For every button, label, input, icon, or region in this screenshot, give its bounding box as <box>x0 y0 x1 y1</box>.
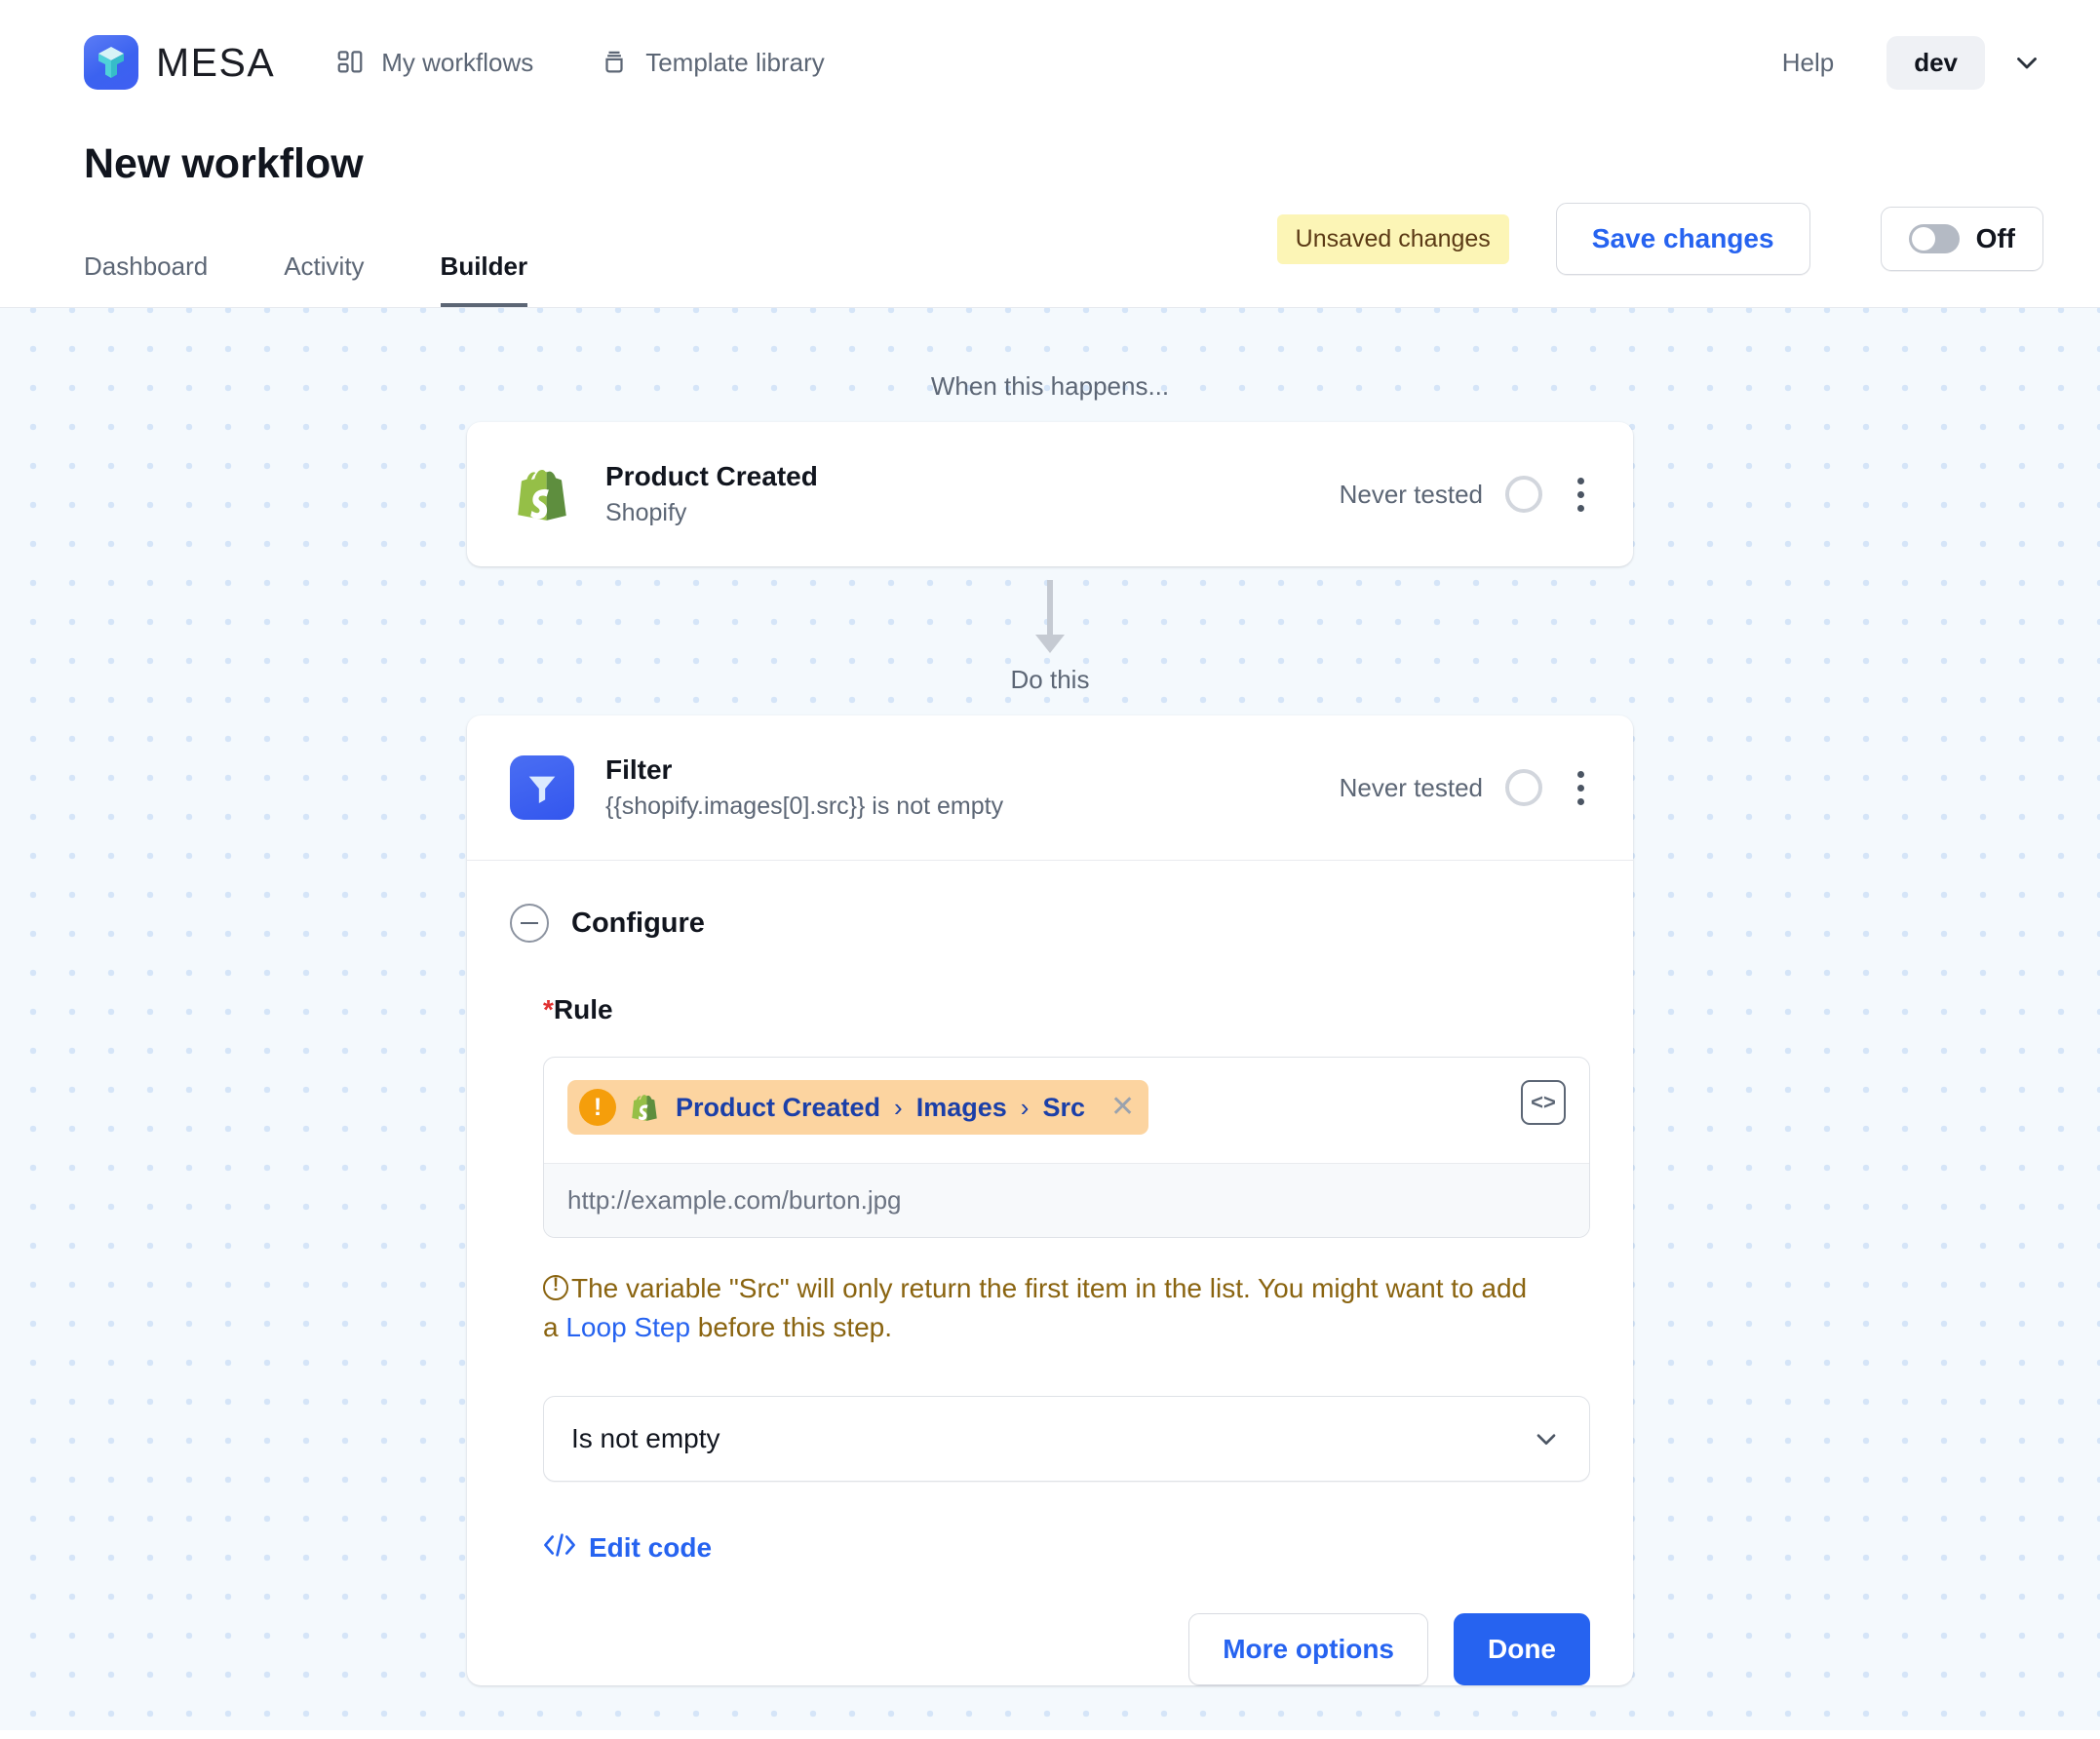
variable-token[interactable]: ! Product Created › Images › Src ✕ <box>567 1080 1149 1135</box>
nav-item-label: My workflows <box>381 47 534 77</box>
trigger-section-label: When this happens... <box>930 371 1170 401</box>
primary-nav-links: My workflows Template library <box>335 48 825 78</box>
action-status-text: Never tested <box>1339 772 1483 802</box>
layout-grid-icon <box>335 48 365 77</box>
loop-step-link[interactable]: Loop Step <box>565 1312 690 1342</box>
action-step-card: Filter {{shopify.images[0].src}} is not … <box>467 715 1633 1685</box>
trigger-step-texts: Product Created Shopify <box>605 461 818 527</box>
edit-code-link[interactable]: Edit code <box>543 1530 712 1566</box>
trigger-step-header: Product Created Shopify Never tested <box>467 422 1633 566</box>
rule-input-box[interactable]: ! Product Created › Images › Src ✕ <> ht… <box>543 1057 1590 1238</box>
page-header: New workflow Dashboard Activity Builder … <box>0 125 2100 308</box>
close-x-icon[interactable]: ✕ <box>1110 1093 1135 1122</box>
token-part-group: Images <box>915 1092 1007 1122</box>
chevron-right-icon: › <box>894 1092 903 1122</box>
configure-section-header[interactable]: Configure <box>467 861 1633 943</box>
unsaved-changes-badge: Unsaved changes <box>1276 213 1509 264</box>
toggle-state-label: Off <box>1975 223 2015 253</box>
minus-circle-icon[interactable] <box>510 904 549 943</box>
toggle-knob <box>1911 227 1935 251</box>
tab-activity[interactable]: Activity <box>284 251 364 307</box>
nav-right-group: Help dev <box>1782 35 2043 90</box>
operator-select[interactable]: Is not empty <box>543 1395 1590 1482</box>
brand-logo-group[interactable]: MESA <box>84 35 275 90</box>
circle-empty-icon <box>1505 769 1542 806</box>
required-marker: * <box>543 994 554 1024</box>
arrow-down-icon <box>1029 580 1071 661</box>
help-link[interactable]: Help <box>1782 48 1834 78</box>
code-brackets-icon[interactable]: <> <box>1521 1080 1566 1125</box>
library-stack-icon <box>600 48 629 77</box>
done-button[interactable]: Done <box>1454 1612 1590 1685</box>
rule-token-row: ! Product Created › Images › Src ✕ <> <box>544 1058 1589 1163</box>
tab-dashboard[interactable]: Dashboard <box>84 251 208 307</box>
trigger-step-subtitle: Shopify <box>605 499 687 526</box>
workflow-flow: When this happens... Product Created Sho… <box>467 308 1633 1685</box>
token-part-source: Product Created <box>676 1092 881 1122</box>
chevron-right-icon: › <box>1020 1092 1030 1122</box>
token-path: Product Created › Images › Src <box>676 1093 1085 1123</box>
action-kebab-menu-icon[interactable] <box>1572 765 1590 811</box>
shopify-bag-icon <box>510 462 574 526</box>
configure-body: *Rule ! Product Created › Images › Src ✕… <box>467 994 1633 1566</box>
trigger-step-status-group: Never tested <box>1340 472 1590 518</box>
action-step-texts: Filter {{shopify.images[0].src}} is not … <box>605 754 1003 821</box>
trigger-step-card[interactable]: Product Created Shopify Never tested <box>467 422 1633 566</box>
variable-warning-note: The variable "Src" will only return the … <box>543 1269 1528 1347</box>
mesa-cube-logo-icon <box>84 35 138 90</box>
tab-builder[interactable]: Builder <box>440 251 528 307</box>
nav-item-template-library[interactable]: Template library <box>600 48 825 78</box>
trigger-kebab-menu-icon[interactable] <box>1572 472 1590 518</box>
top-navigation-bar: MESA My workflows Template library Help … <box>0 0 2100 125</box>
nav-item-my-workflows[interactable]: My workflows <box>335 48 533 78</box>
workflow-canvas: When this happens... Product Created Sho… <box>0 308 2100 1730</box>
action-step-header[interactable]: Filter {{shopify.images[0].src}} is not … <box>467 715 1633 860</box>
shopify-bag-icon <box>628 1089 661 1126</box>
flow-connector <box>467 566 1633 665</box>
rule-field-label: *Rule <box>543 994 1590 1025</box>
circle-empty-icon <box>1505 476 1542 513</box>
nav-item-label: Template library <box>645 47 825 77</box>
workflow-enable-toggle[interactable]: Off <box>1880 207 2043 271</box>
more-options-button[interactable]: More options <box>1188 1612 1428 1685</box>
code-angle-brackets-icon <box>543 1530 576 1566</box>
header-actions: Unsaved changes Save changes Off <box>1276 203 2043 275</box>
warning-text-after: before this step. <box>690 1311 893 1342</box>
operator-select-value: Is not empty <box>571 1422 720 1453</box>
trigger-step-title: Product Created <box>605 461 818 491</box>
save-changes-button[interactable]: Save changes <box>1555 203 1810 275</box>
trigger-status-text: Never tested <box>1339 479 1483 509</box>
action-step-title: Filter <box>605 754 673 785</box>
rule-label-text: Rule <box>553 994 613 1024</box>
account-chip[interactable]: dev <box>1886 35 1985 90</box>
rule-preview-value: http://example.com/burton.jpg <box>544 1163 1589 1237</box>
exclamation-circle-icon: ! <box>579 1089 616 1126</box>
action-section-label: Do this <box>1010 665 1090 694</box>
page-title: New workflow <box>84 140 364 187</box>
toggle-track <box>1908 224 1960 253</box>
edit-code-label: Edit code <box>589 1532 713 1563</box>
chevron-down-icon <box>1531 1423 1562 1454</box>
info-exclamation-icon <box>543 1273 568 1300</box>
filter-funnel-icon <box>510 755 574 820</box>
configure-section-title: Configure <box>571 907 705 939</box>
token-part-field: Src <box>1042 1092 1085 1122</box>
action-step-status-group: Never tested <box>1340 765 1590 811</box>
action-step-subtitle: {{shopify.images[0].src}} is not empty <box>605 792 1004 820</box>
brand-name: MESA <box>156 39 276 85</box>
chevron-down-icon[interactable] <box>2010 46 2043 79</box>
configure-footer-actions: More options Done <box>467 1566 1633 1685</box>
